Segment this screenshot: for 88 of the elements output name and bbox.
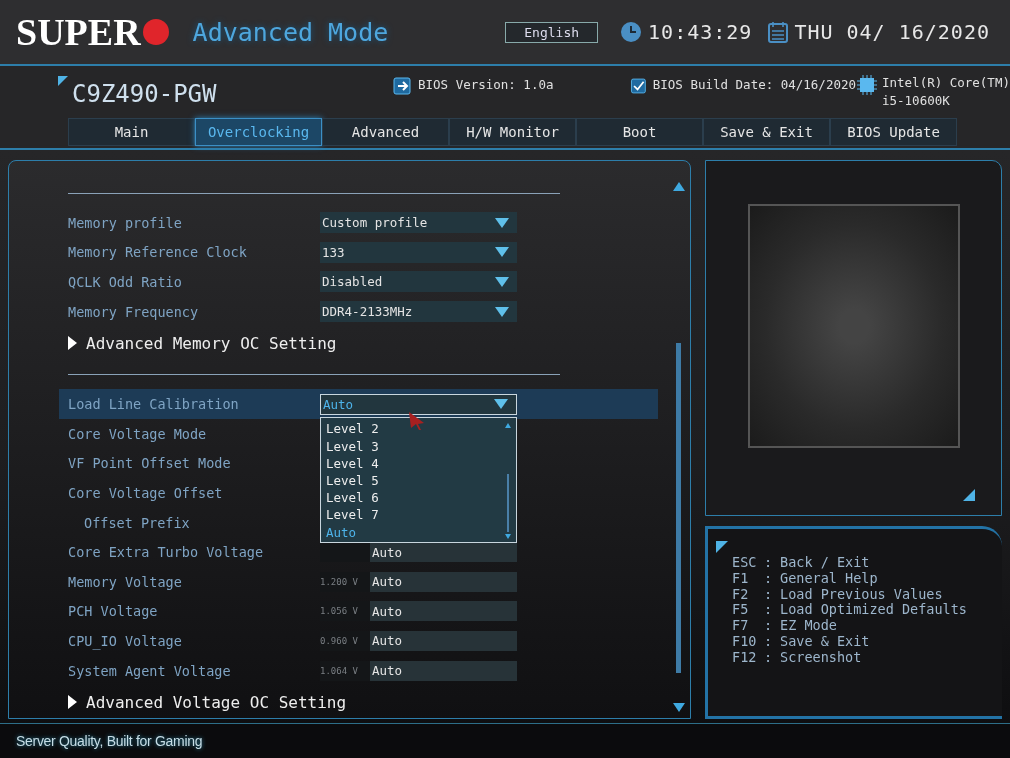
caret-icon [495,306,509,317]
voltage-field[interactable]: Auto [370,601,517,622]
setting-label: VF Point Offset Mode [68,455,232,472]
separator-colon: : [764,555,774,571]
hotkey-action: Load Optimized Defaults [780,602,967,619]
dropdown-option[interactable]: Level 5 [326,471,504,490]
corner-mark-icon [963,489,975,501]
voltage-field[interactable]: Auto [370,571,517,592]
submenu-link[interactable]: Advanced Memory OC Setting [68,333,337,353]
separator-colon: : [764,618,774,634]
hotkey-action: EZ Mode [780,618,837,634]
clock-icon [620,21,643,43]
dropdown-field[interactable]: DDR4-2133MHz [320,301,517,323]
cpu-name: Intel(R) Core(TM) [882,74,1010,92]
hotkey-key: F12 [732,649,764,666]
menu-tab[interactable]: Boot [576,118,703,146]
calendar-icon [768,21,789,43]
hotkey-key: F2 [732,586,764,603]
hotkey-action: Save & Exit [780,634,870,650]
caret-icon [495,277,509,287]
setting-label: Memory Voltage [68,573,183,590]
triangle-icon [68,336,77,351]
caret-icon [495,217,509,228]
dropdown-field[interactable]: 133 [320,241,517,263]
dropdown-option[interactable]: Level 7 [326,506,504,524]
separator-colon: : [764,634,774,650]
menu-tab[interactable]: BIOS Update [830,118,957,146]
dropdown-field[interactable]: Disabled [320,271,517,293]
corner-mark-icon [716,541,728,553]
bios-build-date: BIOS Build Date: 04/16/2020 [652,76,856,94]
cpu-model: i5-10600K [882,92,951,110]
voltage-field[interactable]: Auto [370,630,517,651]
menu-tab[interactable]: H/W Monitor [449,118,576,146]
hotkey-action: Screenshot [780,649,862,666]
mouse-cursor-icon [409,412,425,431]
footer-slogan: Server Quality, Built for Gaming [16,733,203,749]
caret-icon [495,247,509,258]
dropdown-option[interactable]: Auto [326,523,504,541]
brand-logo: SUPER [16,10,169,54]
setting-label: Load Line Calibration [68,396,240,413]
menu-tab[interactable]: Advanced [322,118,449,146]
voltage-field[interactable]: Auto [370,660,517,681]
mode-title: Advanced Mode [192,17,389,47]
setting-label: CPU_IO Voltage [68,632,183,649]
dropdown-field[interactable]: Custom profile [320,212,517,234]
setting-label: Core Voltage Mode [68,425,208,442]
separator-colon: : [764,586,774,603]
setting-label: Core Voltage Offset [68,484,224,501]
menu-tab[interactable]: Main [68,118,195,146]
hotkey-key: F7 [732,618,764,634]
hotkey-key: F5 [732,602,764,619]
setting-label: Memory Frequency [68,303,200,320]
caret-icon [494,399,508,410]
dropdown-option[interactable]: Level 3 [326,437,504,455]
corner-mark-icon [58,76,68,86]
dropdown-option[interactable]: Level 4 [326,454,504,472]
bios-version: BIOS Version: 1.0a [418,76,554,94]
setting-label: Core Extra Turbo Voltage [68,544,265,561]
hotkey-action: Back / Exit [780,555,870,571]
separator-colon: : [764,570,774,587]
dropdown-field[interactable]: Auto [320,393,517,415]
date-text: THU 04/ 16/2020 [794,20,990,44]
hotkey-key: ESC [732,555,764,571]
setting-label: QCLK Odd Ratio [68,274,183,290]
menu-tab[interactable]: Overclocking [195,118,322,146]
setting-label: Offset Prefix [83,514,191,531]
reading-box [320,542,370,563]
setting-label: Memory profile [68,214,183,231]
triangle-icon [68,695,77,710]
separator-colon: : [764,602,774,619]
setting-label: System Agent Voltage [68,662,232,679]
board-model: C9Z490-PGW [72,80,217,108]
time-text: 10:43:29 [648,20,753,44]
separator-colon: : [764,649,774,666]
submenu-link[interactable]: Advanced Voltage OC Setting [68,692,347,712]
hotkey-key: F10 [732,634,764,650]
hotkey-action: Load Previous Values [780,586,943,603]
dropdown-option[interactable]: Level 6 [326,489,504,507]
voltage-reading: 1.064 V [320,660,370,681]
setting-label: Memory Reference Clock [68,244,248,261]
language-button[interactable]: English [505,21,599,43]
menu-tab[interactable]: Save & Exit [703,118,830,146]
hotkey-key: F1 [732,570,764,587]
dropdown-option[interactable]: Level 2 [326,420,504,438]
hotkey-action: General Help [780,570,878,587]
cpu-icon [856,74,878,96]
setting-label: PCH Voltage [68,603,159,620]
voltage-field[interactable]: Auto [370,542,517,563]
